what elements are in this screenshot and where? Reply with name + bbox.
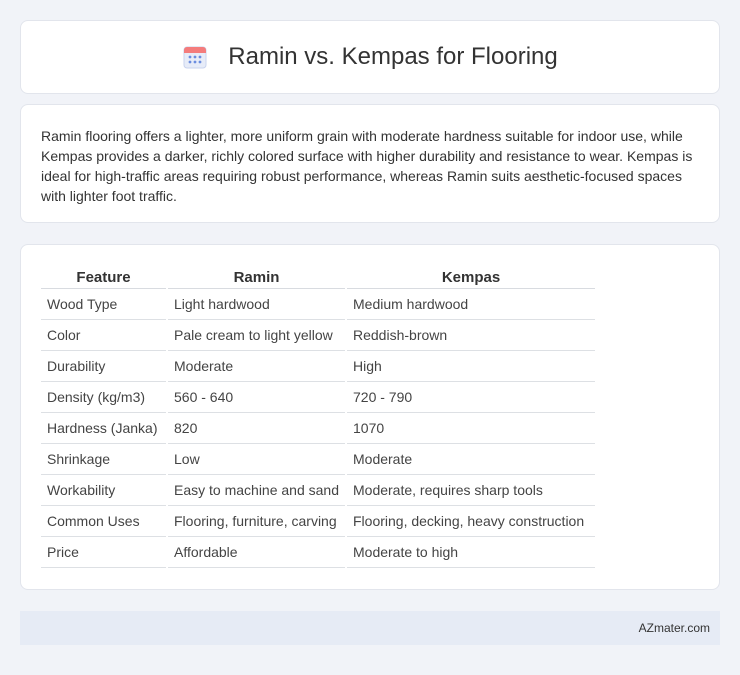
title-card: Ramin vs. Kempas for Flooring (20, 20, 720, 94)
kempas-cell: 1070 (347, 413, 595, 444)
ramin-cell: Easy to machine and sand (168, 475, 345, 506)
kempas-cell: Moderate (347, 444, 595, 475)
feature-cell: Shrinkage (41, 444, 166, 475)
feature-cell: Hardness (Janka) (41, 413, 166, 444)
kempas-cell: 720 - 790 (347, 382, 595, 413)
intro-text: Ramin flooring offers a lighter, more un… (41, 128, 693, 204)
table-row: Durability Moderate High (41, 351, 595, 382)
ramin-cell: Flooring, furniture, carving (168, 506, 345, 537)
table-row: Color Pale cream to light yellow Reddish… (41, 320, 595, 351)
kempas-cell: Moderate to high (347, 537, 595, 568)
table-row: Workability Easy to machine and sand Mod… (41, 475, 595, 506)
kempas-cell: Medium hardwood (347, 289, 595, 320)
feature-cell: Wood Type (41, 289, 166, 320)
table-row: Price Affordable Moderate to high (41, 537, 595, 568)
comparison-table: Feature Ramin Kempas Wood Type Light har… (39, 267, 597, 568)
ramin-cell: 560 - 640 (168, 382, 345, 413)
header-feature: Feature (41, 267, 166, 289)
ramin-cell: Moderate (168, 351, 345, 382)
title-wrap: Ramin vs. Kempas for Flooring (182, 43, 558, 71)
table-row: Density (kg/m3) 560 - 640 720 - 790 (41, 382, 595, 413)
ramin-cell: Affordable (168, 537, 345, 568)
feature-cell: Price (41, 537, 166, 568)
ramin-cell: 820 (168, 413, 345, 444)
calendar-icon (182, 44, 208, 70)
feature-cell: Color (41, 320, 166, 351)
footer-site-link[interactable]: AZmater.com (639, 621, 710, 635)
table-row: Shrinkage Low Moderate (41, 444, 595, 475)
ramin-cell: Low (168, 444, 345, 475)
table-row: Wood Type Light hardwood Medium hardwood (41, 289, 595, 320)
table-header-row: Feature Ramin Kempas (41, 267, 595, 289)
kempas-cell: Flooring, decking, heavy construction (347, 506, 595, 537)
intro-card: Ramin flooring offers a lighter, more un… (20, 104, 720, 223)
feature-cell: Density (kg/m3) (41, 382, 166, 413)
feature-cell: Common Uses (41, 506, 166, 537)
table-row: Hardness (Janka) 820 1070 (41, 413, 595, 444)
footer-bar: AZmater.com (20, 611, 720, 645)
ramin-cell: Light hardwood (168, 289, 345, 320)
kempas-cell: Moderate, requires sharp tools (347, 475, 595, 506)
table-row: Common Uses Flooring, furniture, carving… (41, 506, 595, 537)
kempas-cell: Reddish-brown (347, 320, 595, 351)
header-ramin: Ramin (168, 267, 345, 289)
feature-cell: Durability (41, 351, 166, 382)
feature-cell: Workability (41, 475, 166, 506)
kempas-cell: High (347, 351, 595, 382)
ramin-cell: Pale cream to light yellow (168, 320, 345, 351)
table-card: Feature Ramin Kempas Wood Type Light har… (20, 244, 720, 590)
page-title: Ramin vs. Kempas for Flooring (228, 43, 558, 70)
header-kempas: Kempas (347, 267, 595, 289)
